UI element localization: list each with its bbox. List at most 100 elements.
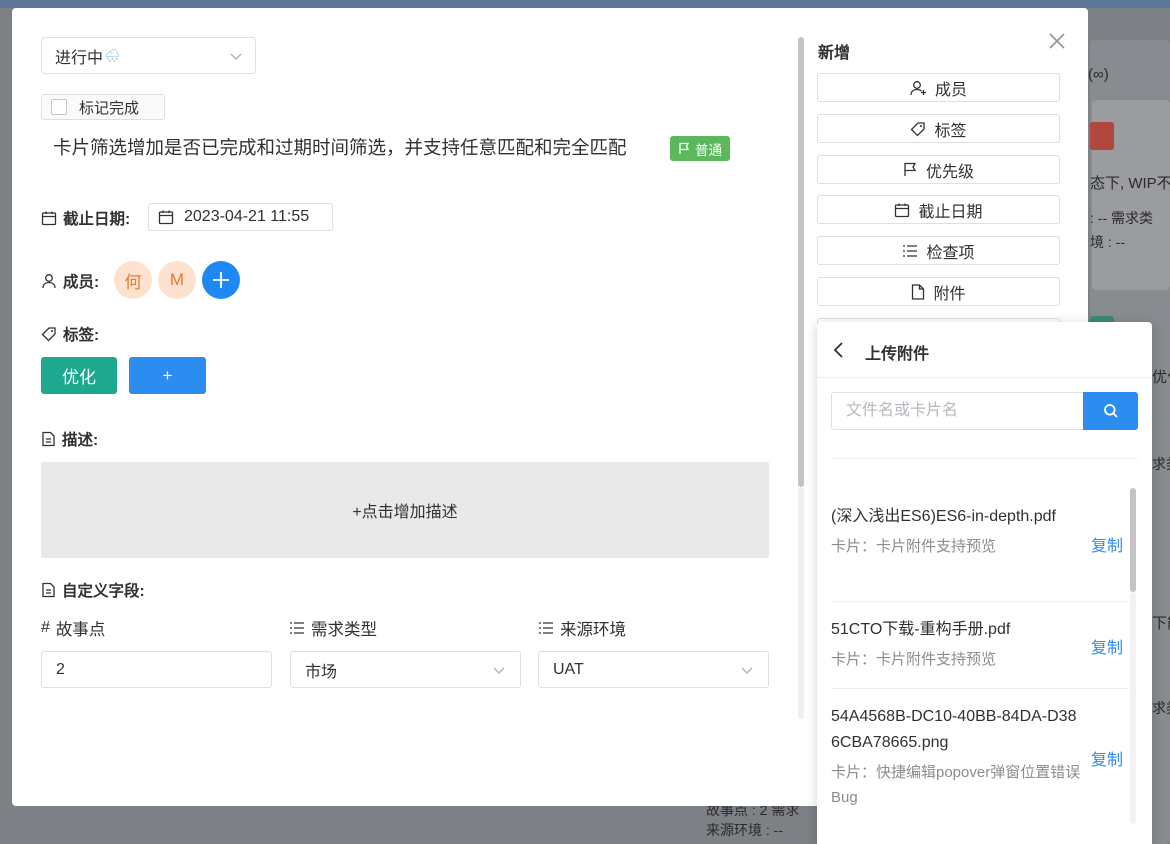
add-member-panel-button[interactable]: 成员 — [817, 73, 1060, 102]
members-label-row: 成员: — [41, 270, 99, 292]
popover-title: 上传附件 — [865, 346, 930, 363]
file-name[interactable]: (深入浅出ES6)ES6-in-depth.pdf — [831, 504, 1081, 530]
custom-field-label: 来源环境 — [538, 616, 626, 640]
plus-icon — [213, 272, 229, 288]
source-env-select[interactable]: UAT — [538, 651, 769, 688]
main-scrollbar-thumb[interactable] — [798, 37, 804, 487]
tag-chip[interactable]: 优化 — [41, 357, 117, 394]
add-attachment-panel-button[interactable]: 附件 — [817, 277, 1060, 306]
add-tag-button[interactable]: + — [129, 357, 206, 394]
checklist-icon — [903, 244, 918, 257]
chevron-left-icon[interactable] — [831, 341, 847, 359]
custom-field-label: # 故事点 — [41, 616, 105, 640]
add-panel-heading: 新增 — [818, 45, 851, 62]
button-label: 截止日期 — [918, 203, 983, 221]
add-checklist-panel-button[interactable]: 检查项 — [817, 236, 1060, 265]
checkbox-box[interactable] — [51, 99, 67, 115]
button-label: 附件 — [933, 285, 966, 303]
popover-scrollbar-thumb[interactable] — [1130, 488, 1136, 592]
due-date-picker[interactable]: 2023-04-21 11:55 — [148, 203, 333, 231]
calendar-icon — [41, 211, 57, 226]
priority-badge[interactable]: 普通 — [670, 136, 730, 161]
members-label: 成员: — [63, 274, 100, 291]
user-icon — [42, 274, 56, 289]
main-scrollbar-track[interactable] — [798, 487, 804, 719]
chevron-down-icon — [493, 667, 505, 674]
close-icon[interactable] — [1046, 30, 1068, 52]
status-value: 进行中 — [55, 49, 104, 67]
custom-fields-label: 自定义字段: — [62, 583, 145, 600]
list-icon — [290, 622, 304, 634]
add-member-button[interactable] — [202, 261, 240, 299]
custom-field-name: 来源环境 — [560, 621, 626, 639]
calendar-icon — [158, 210, 174, 225]
custom-fields-label-row: 自定义字段: — [41, 579, 145, 601]
list-item: (深入浅出ES6)ES6-in-depth.pdf 卡片：卡片附件支持预览 复制 — [831, 486, 1129, 602]
document-icon — [42, 582, 55, 598]
board-text: 来源环境 : -- — [706, 822, 783, 838]
board-card-tag — [1090, 122, 1114, 150]
file-name[interactable]: 51CTO下载-重构手册.pdf — [831, 617, 1081, 643]
list-item: 54A4568B-DC10-40BB-84DA-D386CBA78665.png… — [831, 689, 1129, 829]
copy-button[interactable]: 复制 — [1091, 746, 1123, 770]
button-label: 成员 — [934, 81, 967, 99]
divider — [831, 458, 1138, 459]
board-text: 境 : -- — [1090, 234, 1125, 250]
chevron-down-icon — [230, 53, 242, 60]
list-icon — [539, 622, 553, 634]
board-text: 求类 — [1152, 700, 1170, 716]
file-icon — [912, 283, 925, 300]
source-env-value: UAT — [553, 660, 584, 678]
popover-scrollbar-track[interactable] — [1130, 592, 1136, 824]
calendar-icon — [895, 203, 910, 217]
file-card-name: 卡片：快捷编辑popover弹窗位置错误Bug — [831, 764, 1081, 806]
list-item: 51CTO下载-重构手册.pdf 卡片：卡片附件支持预览 复制 — [831, 602, 1129, 689]
tags-label-row: 标签: — [41, 323, 99, 345]
user-add-icon — [910, 80, 926, 95]
mark-done-checkbox[interactable]: 标记完成 — [41, 94, 165, 120]
custom-field-name: 需求类型 — [311, 621, 377, 639]
due-date-value: 2023-04-21 11:55 — [184, 208, 310, 225]
file-card-name: 卡片：卡片附件支持预览 — [831, 651, 997, 668]
avatar[interactable]: M — [158, 261, 196, 299]
board-topbar — [0, 0, 1170, 8]
search-button[interactable] — [1083, 392, 1138, 430]
tag-icon — [41, 327, 56, 342]
board-text: 求类 — [1152, 456, 1170, 472]
attachment-list: (深入浅出ES6)ES6-in-depth.pdf 卡片：卡片附件支持预览 复制… — [831, 486, 1129, 829]
button-label: 优先级 — [925, 163, 974, 181]
button-label: 检查项 — [926, 244, 975, 262]
mark-done-label: 标记完成 — [79, 99, 140, 117]
board-text: 态下, WIP不 — [1090, 175, 1170, 192]
avatar[interactable]: 何 — [114, 261, 152, 299]
copy-button[interactable]: 复制 — [1091, 532, 1123, 556]
due-date-label-row: 截止日期: — [41, 207, 130, 229]
rain-cloud-icon: 🌧 — [104, 47, 121, 63]
add-due-date-panel-button[interactable]: 截止日期 — [817, 195, 1060, 224]
flag-icon — [904, 162, 917, 176]
description-label-row: 描述: — [41, 428, 98, 450]
requirement-type-select[interactable]: 市场 — [290, 651, 521, 688]
chevron-down-icon — [741, 667, 753, 674]
description-editor[interactable]: +点击增加描述 — [41, 462, 769, 558]
file-card-name: 卡片：卡片附件支持预览 — [831, 538, 997, 555]
file-name[interactable]: 54A4568B-DC10-40BB-84DA-D386CBA78665.png — [831, 704, 1081, 756]
custom-field-name: 故事点 — [55, 621, 106, 639]
board-text: 下能 — [1152, 615, 1170, 632]
add-tag-panel-button[interactable]: 标签 — [817, 114, 1060, 143]
custom-field-label: 需求类型 — [289, 616, 377, 640]
button-label: 标签 — [934, 122, 967, 140]
story-points-input[interactable]: 2 — [41, 651, 272, 688]
board-text: : -- 需求类 — [1090, 210, 1153, 226]
tag-icon — [911, 121, 926, 136]
attachment-search-input[interactable] — [831, 392, 1083, 430]
description-label: 描述: — [62, 432, 99, 449]
copy-button[interactable]: 复制 — [1091, 634, 1123, 658]
upload-attachment-popover: 上传附件 (深入浅出ES6)ES6-in-depth.pdf 卡片：卡片附件支持… — [817, 322, 1152, 844]
flag-icon — [679, 142, 690, 154]
tags-label: 标签: — [63, 327, 100, 344]
card-title[interactable]: 卡片筛选增加是否已完成和过期时间筛选，并支持任意匹配和完全匹配 — [53, 134, 627, 160]
add-priority-panel-button[interactable]: 优先级 — [817, 155, 1060, 184]
status-select[interactable]: 进行中 🌧 — [41, 37, 256, 74]
due-date-label: 截止日期: — [63, 211, 131, 228]
